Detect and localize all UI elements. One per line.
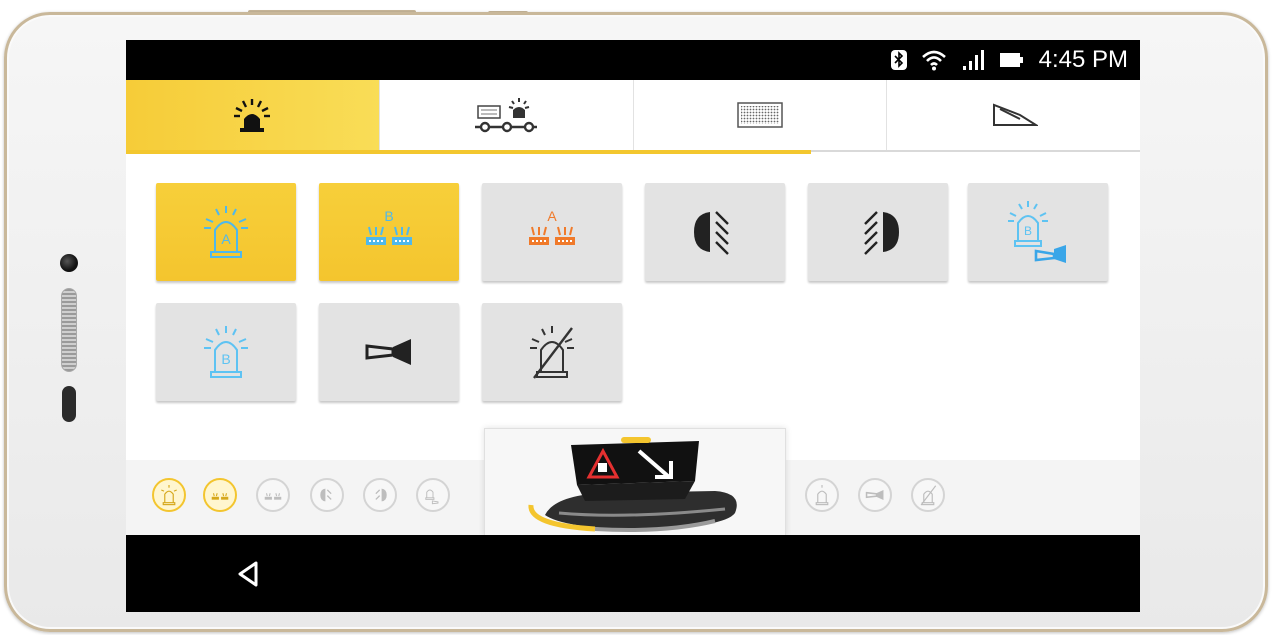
message-board-icon (737, 102, 783, 128)
horn-icon (865, 490, 884, 500)
tile-all-off[interactable] (482, 303, 622, 401)
beacon-b-icon: B (204, 326, 248, 378)
beacon-off-icon (920, 485, 937, 506)
tab-beacons[interactable] (126, 80, 380, 150)
tab-ramp[interactable] (887, 80, 1140, 150)
tab-scroll-indicator (126, 150, 811, 154)
mini-beacon-b (805, 478, 839, 512)
mini-beacon-b-horn (416, 478, 450, 512)
mini-horn (858, 478, 892, 512)
beacon-off-icon (530, 326, 574, 379)
lightbar-image (528, 437, 737, 532)
beacon-b-horn-letter: B (1024, 224, 1032, 238)
proximity-sensor (62, 386, 76, 422)
flashers-b-letter: B (384, 208, 393, 224)
headlight-left-icon (694, 211, 729, 255)
tab-message-board[interactable] (634, 80, 888, 150)
beacon-b-horn-icon: B (1008, 201, 1066, 263)
mini-flashers-a (256, 478, 290, 512)
status-time: 4:45 PM (1038, 46, 1128, 73)
flashers-b-icon (211, 493, 229, 500)
tile-beacon-b-horn[interactable]: B (968, 183, 1108, 281)
ramp-icon (992, 103, 1038, 126)
flashers-a-letter: A (547, 208, 557, 224)
tile-beacon-a[interactable]: A (156, 183, 296, 281)
signal-icon (962, 50, 984, 70)
flashers-a-icon (264, 493, 282, 500)
tile-beacon-b[interactable]: B (156, 303, 296, 401)
tile-headlight-left[interactable] (645, 183, 785, 281)
earpiece-speaker (61, 288, 77, 372)
tab-trailer[interactable] (380, 80, 634, 150)
navigation-bar (126, 535, 1140, 612)
beacon-b-horn-icon (425, 489, 439, 505)
mini-headlight-right (363, 478, 397, 512)
tile-flashers-a[interactable]: A (482, 183, 622, 281)
mini-beacon-off (911, 478, 945, 512)
status-bar: 4:45 PM (126, 40, 1140, 80)
back-icon[interactable] (234, 559, 264, 589)
bluetooth-icon (890, 50, 907, 70)
beacon-b-letter: B (221, 351, 230, 367)
headlight-left-icon (320, 488, 332, 502)
flashers-b-icon: B (366, 208, 412, 245)
tab-bar (126, 80, 1140, 152)
tile-headlight-right[interactable] (808, 183, 948, 281)
wifi-icon (921, 50, 946, 71)
front-camera (60, 254, 78, 272)
tile-horn[interactable] (319, 303, 459, 401)
mini-flashers-b (203, 478, 237, 512)
beacon-a-icon: A (204, 206, 248, 258)
beacon-icon (234, 99, 271, 132)
flashers-a-icon: A (529, 208, 575, 245)
mini-beacon-a (152, 478, 186, 512)
screen: 4:45 PM A B A B B (126, 40, 1140, 612)
horn-icon (365, 339, 411, 365)
beacon-b-icon (815, 485, 829, 506)
beacon-a-letter: A (221, 231, 231, 247)
lightbar-preview[interactable] (484, 428, 786, 536)
battery-icon (999, 53, 1023, 67)
tile-flashers-b[interactable]: B (319, 183, 459, 281)
mini-headlight-left (310, 478, 344, 512)
trailer-beacon-icon (475, 98, 538, 133)
headlight-right-icon (375, 488, 387, 502)
beacon-a-icon (161, 485, 177, 506)
headlight-right-icon (864, 211, 899, 255)
